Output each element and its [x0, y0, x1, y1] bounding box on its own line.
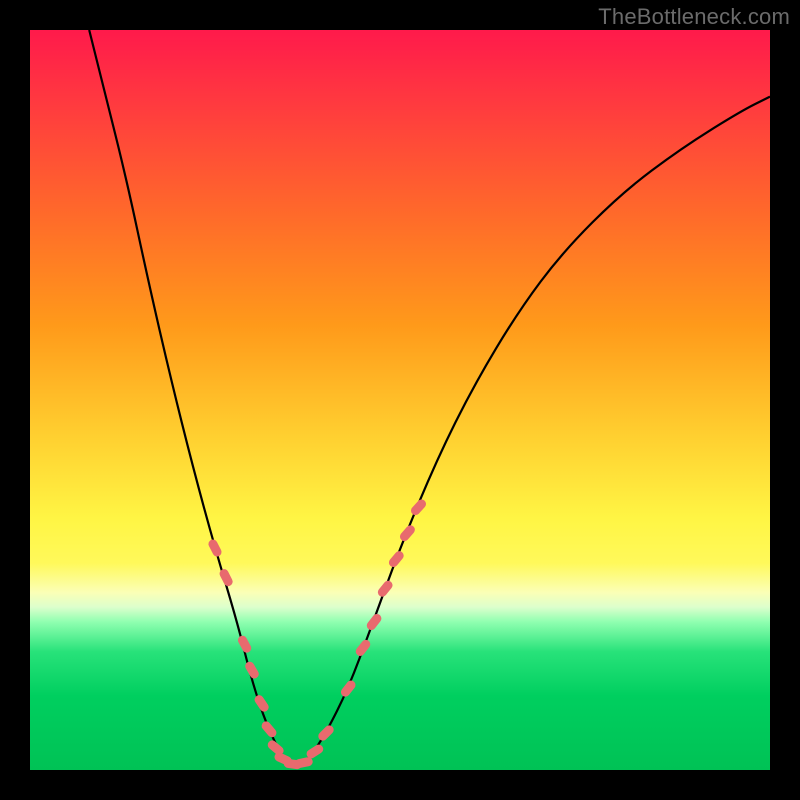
- marker-point: [339, 679, 357, 699]
- marker-point: [387, 549, 405, 569]
- marker-point: [354, 638, 372, 658]
- marker-point: [316, 723, 335, 742]
- plot-area: [30, 30, 770, 770]
- marker-layer: [30, 30, 770, 770]
- marker-point: [207, 538, 223, 558]
- marker-point: [253, 693, 271, 713]
- marker-point: [365, 612, 383, 632]
- marker-point: [398, 523, 417, 542]
- marker-point: [244, 660, 261, 680]
- chart-frame: TheBottleneck.com: [0, 0, 800, 800]
- marker-point: [376, 579, 394, 599]
- marker-point: [218, 568, 234, 588]
- marker-point: [409, 498, 428, 517]
- watermark-text: TheBottleneck.com: [598, 4, 790, 30]
- marker-group: [207, 498, 428, 770]
- marker-point: [236, 634, 252, 654]
- marker-point: [260, 720, 278, 740]
